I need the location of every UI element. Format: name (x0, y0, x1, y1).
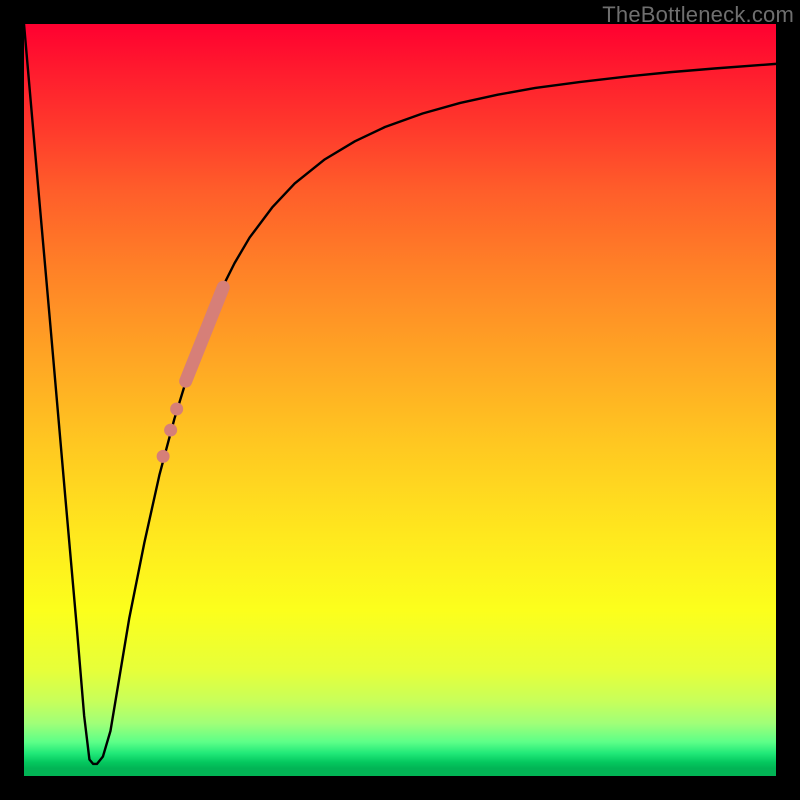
marker-dot (157, 450, 170, 463)
marker-thick-segment (186, 287, 224, 381)
marker-dot (164, 424, 177, 437)
bottleneck-curve (24, 24, 776, 764)
marker-dot (170, 403, 183, 416)
plot-area (24, 24, 776, 776)
marker-layer (157, 287, 224, 463)
plot-svg (24, 24, 776, 776)
chart-root: TheBottleneck.com (0, 0, 800, 800)
